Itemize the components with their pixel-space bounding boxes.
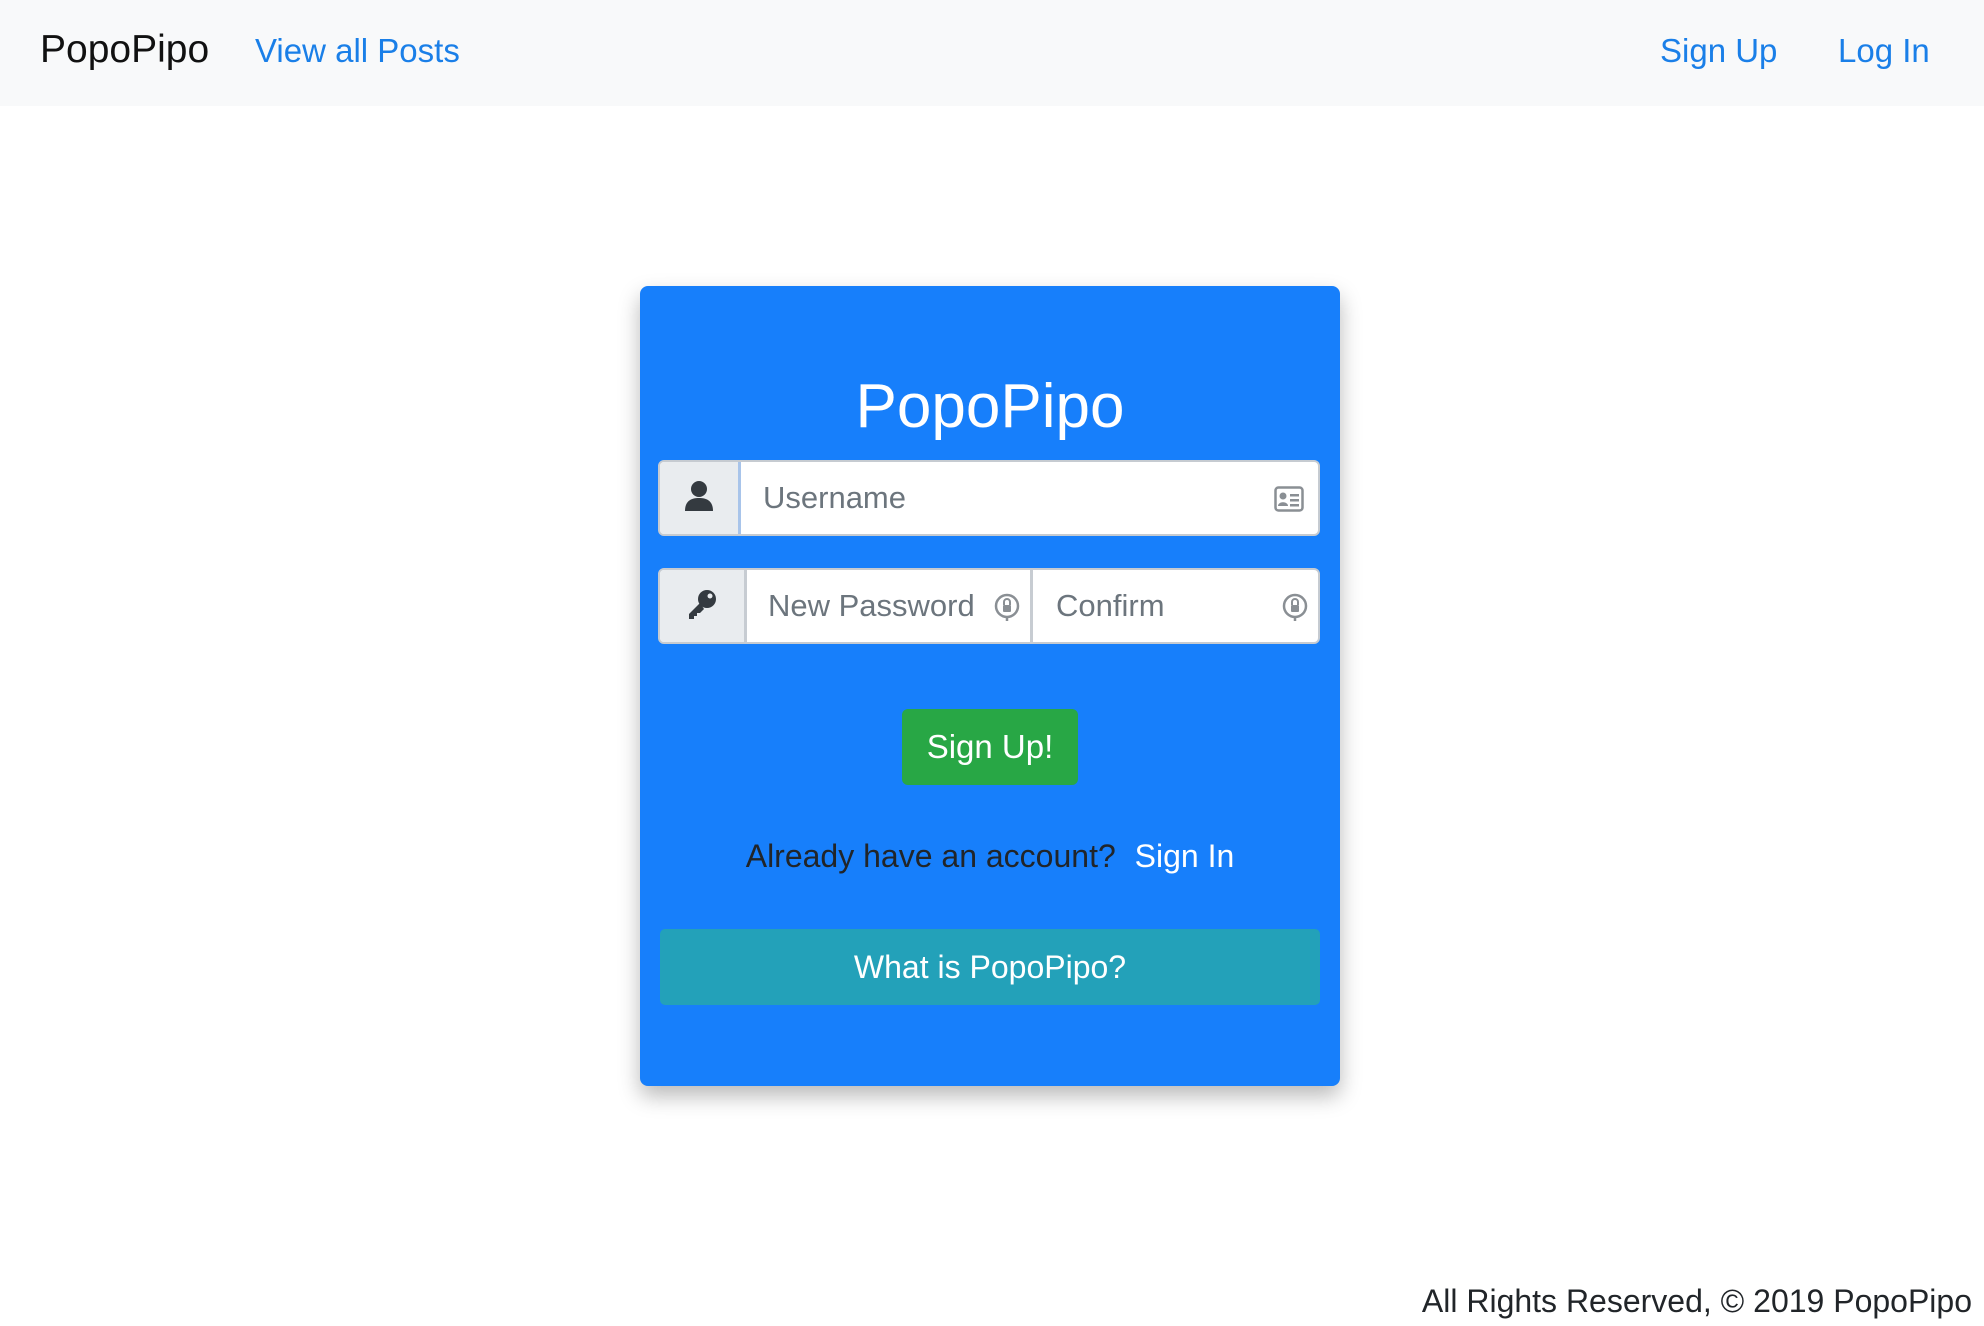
contact-card-icon[interactable] [1274, 484, 1304, 514]
new-password-input[interactable] [768, 570, 1000, 642]
footer-copyright: All Rights Reserved, © 2019 PopoPipo [1421, 1283, 1972, 1319]
username-addon [660, 462, 741, 534]
username-input[interactable] [763, 462, 1243, 534]
nav-link-log-in[interactable]: Log In [1838, 32, 1930, 70]
password-addon [660, 570, 747, 642]
user-icon [684, 480, 714, 517]
navbar: PopoPipo View all Posts Sign Up Log In [0, 0, 1984, 106]
already-have-account-text: Already have an account? [745, 838, 1116, 874]
password-divider [1030, 570, 1033, 642]
sign-up-submit-button[interactable]: Sign Up! [902, 709, 1078, 785]
card-title: PopoPipo [855, 372, 1125, 441]
nav-link-view-all-posts[interactable]: View all Posts [255, 32, 460, 70]
password-input-group [658, 568, 1320, 644]
password-manager-icon[interactable] [992, 592, 1022, 622]
what-is-popopipo-button[interactable]: What is PopoPipo? [660, 929, 1320, 1005]
sign-in-link[interactable]: Sign In [1135, 838, 1235, 874]
key-icon [685, 587, 719, 626]
password-manager-icon[interactable] [1280, 592, 1310, 622]
username-input-group [658, 460, 1320, 536]
signup-card: PopoPipo Username Sign Up! Already have … [640, 286, 1340, 1086]
already-have-account-line: Already have an account? Sign In [640, 838, 1340, 875]
confirm-password-input[interactable] [1056, 570, 1276, 642]
nav-brand[interactable]: PopoPipo [40, 28, 209, 72]
nav-link-sign-up[interactable]: Sign Up [1660, 32, 1777, 70]
